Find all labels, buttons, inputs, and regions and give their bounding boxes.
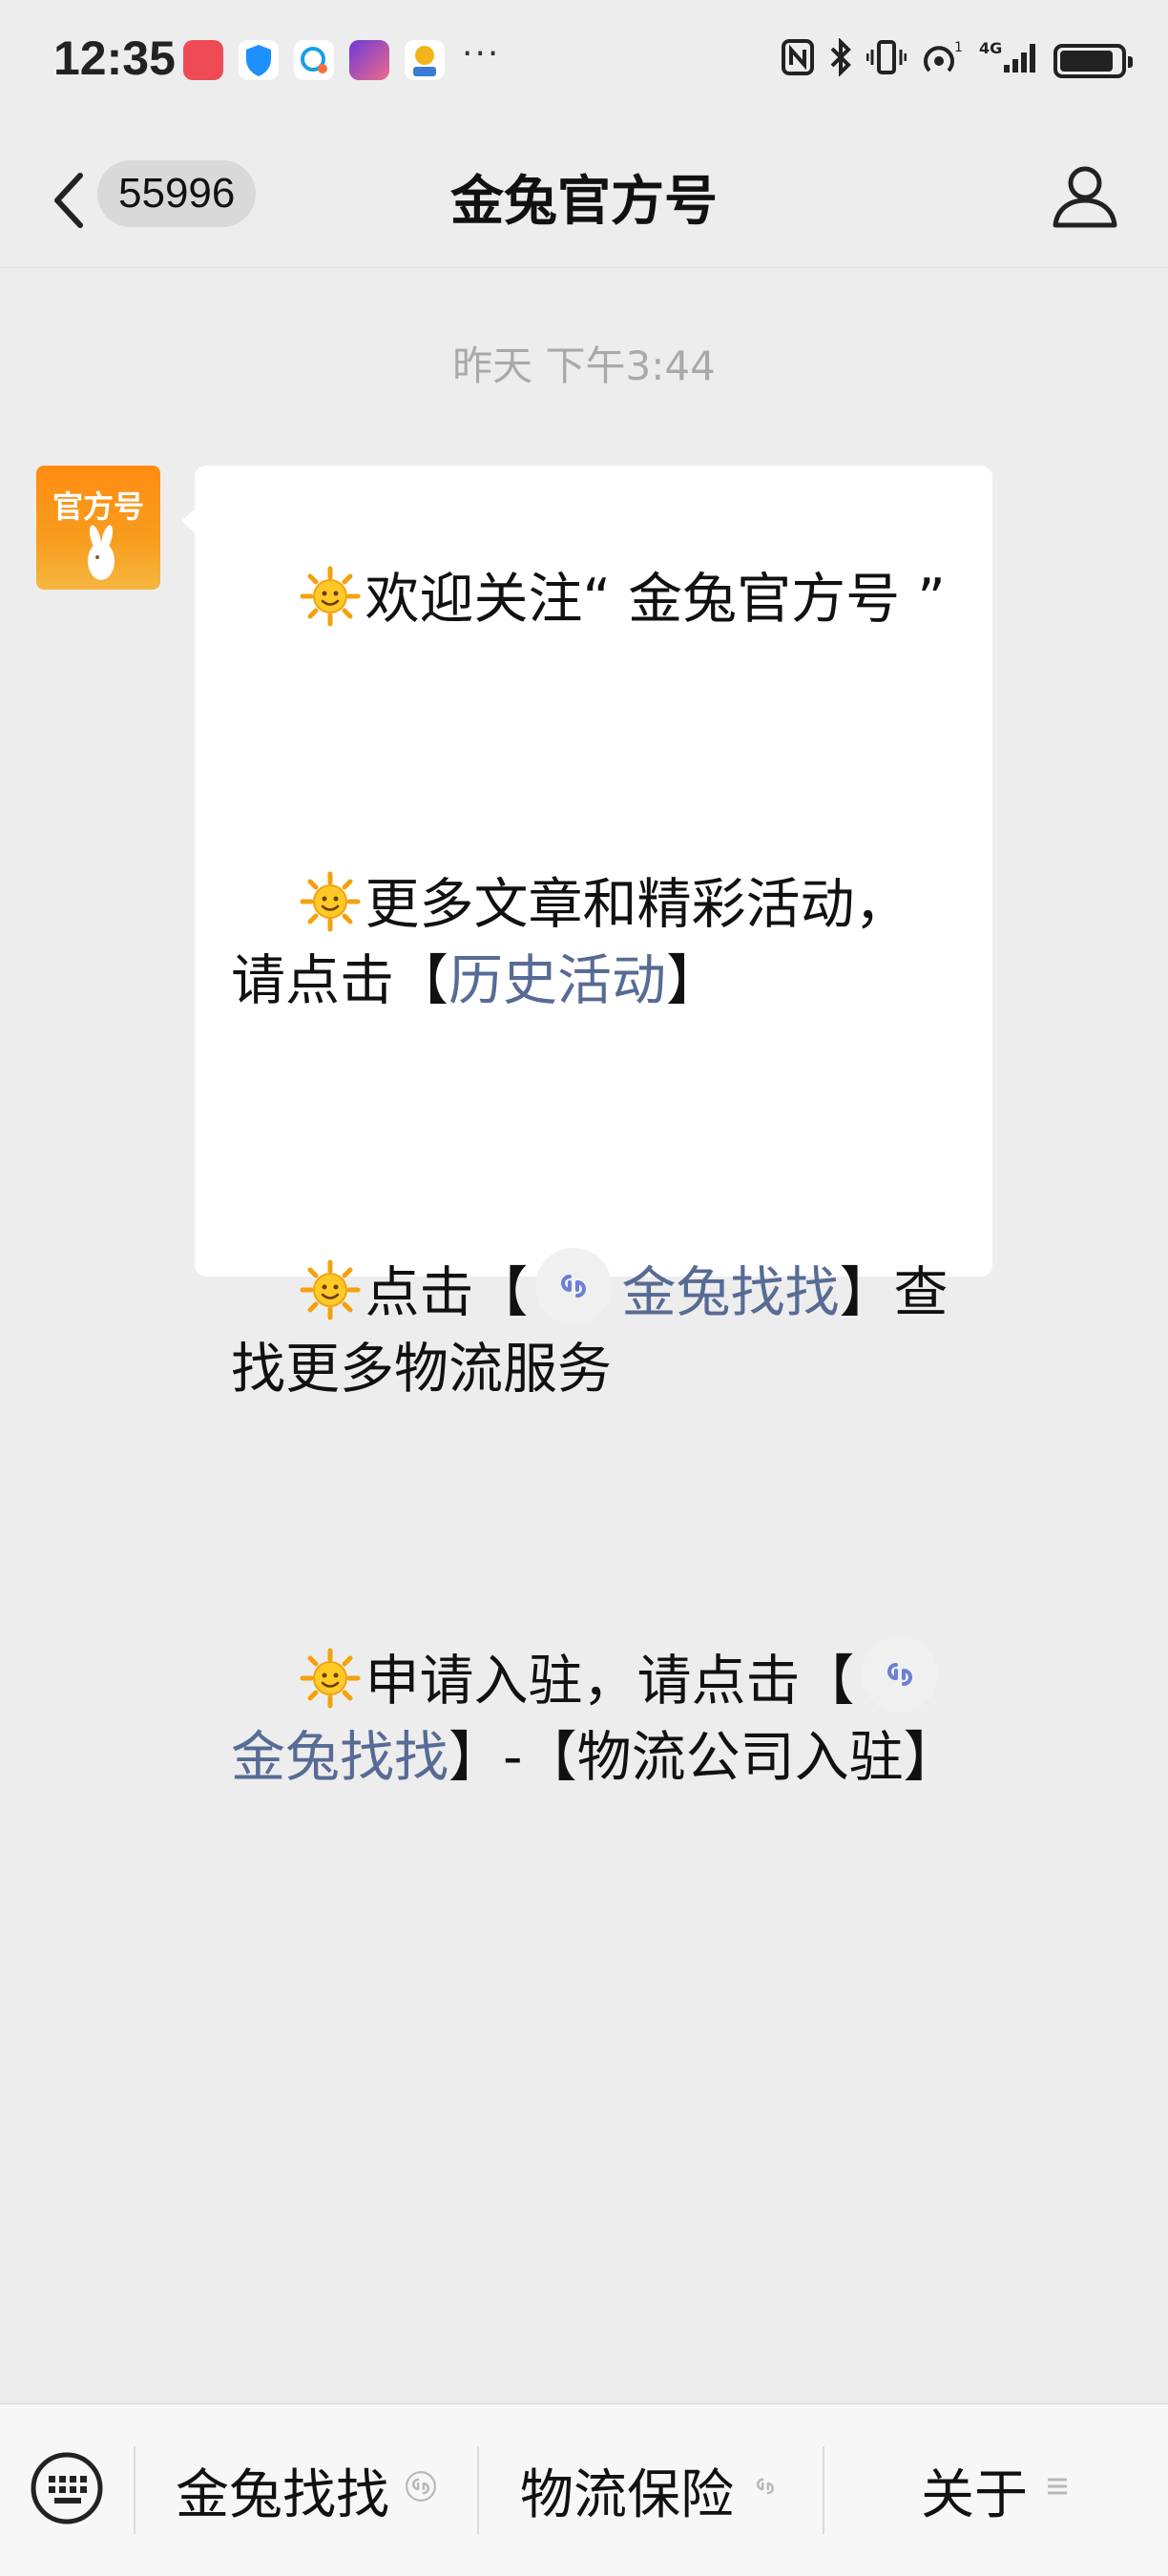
- nfc-icon: [781, 38, 815, 85]
- chat-app-icon: [294, 40, 334, 80]
- keyboard-icon: [31, 2452, 103, 2524]
- menu-item-label: 物流保险: [520, 2463, 734, 2526]
- message-text: 】-【物流公司入驻】: [448, 1726, 958, 1789]
- mini-program-name[interactable]: 金兔找找: [621, 1261, 839, 1324]
- mini-program-icon: [862, 1636, 939, 1713]
- security-shield-icon: [239, 40, 279, 80]
- mini-program-link[interactable]: 金兔找找: [528, 1248, 839, 1324]
- keyboard-toggle-button[interactable]: [29, 2450, 105, 2526]
- message-paragraph: 申请入驻，请点击【金兔找找】-【物流公司入驻】: [231, 1560, 958, 1872]
- message-paragraph: 欢迎关注“ 金兔官方号 ”: [231, 485, 958, 714]
- sun-emoji-icon: [300, 566, 361, 627]
- page-title: 金兔官方号: [450, 171, 718, 233]
- battery-icon: [1053, 44, 1133, 78]
- menu-item-about[interactable]: 关于: [824, 2404, 1168, 2576]
- menu-item-logistics-insurance[interactable]: 物流保险: [479, 2404, 823, 2576]
- system-icons: 1 4G: [781, 32, 1133, 90]
- hotspot-icon: 1: [920, 38, 966, 85]
- menu-item-label: 关于: [921, 2463, 1028, 2526]
- sun-emoji-icon: [300, 871, 361, 932]
- history-activity-link[interactable]: 历史活动: [448, 949, 666, 1012]
- more-notifications-icon: ···: [462, 34, 501, 73]
- sun-emoji-icon: [300, 1648, 361, 1709]
- mini-program-name[interactable]: 金兔找找: [231, 1726, 448, 1789]
- bottom-menu-bar: 金兔找找 物流保险 关于: [0, 2403, 1168, 2576]
- status-time: 12:35: [53, 31, 176, 85]
- mini-program-icon: [405, 2470, 437, 2510]
- sun-emoji-icon: [300, 1259, 361, 1320]
- message-text: 点击【: [365, 1261, 529, 1324]
- profile-button[interactable]: [1050, 160, 1120, 231]
- mini-program-icon: [535, 1248, 613, 1324]
- svg-text:1: 1: [954, 40, 963, 55]
- game-app-icon: [405, 40, 445, 80]
- bluetooth-icon: [828, 36, 853, 85]
- message-text: 】: [666, 949, 720, 1012]
- menu-item-label: 金兔找找: [176, 2463, 389, 2526]
- huawei-mall-icon: [183, 40, 223, 80]
- message-paragraph: 点击【 金兔找找】查找更多物流服务: [231, 1172, 958, 1484]
- status-bar: 12:35 ··· 1 4G: [0, 0, 1168, 124]
- message-bubble: 欢迎关注“ 金兔官方号 ” 更多文章和精彩活动，请点击【历史活动】 点击【 金兔…: [181, 466, 992, 1789]
- message-paragraph: 更多文章和精彩活动，请点击【历史活动】: [231, 790, 958, 1095]
- submenu-icon: [1043, 2472, 1072, 2508]
- battery-level: [1060, 51, 1114, 72]
- avatar[interactable]: 官方号: [36, 466, 160, 590]
- welcome-text: 欢迎关注“ 金兔官方号 ”: [365, 568, 946, 631]
- vibrate-icon: [866, 38, 907, 85]
- menu-item-jintu-zhaozhao[interactable]: 金兔找找: [136, 2404, 477, 2576]
- person-icon: [1053, 166, 1117, 228]
- rabbit-icon: [88, 525, 115, 580]
- message-text: 申请入驻，请点击【: [365, 1650, 855, 1713]
- mini-program-icon: [749, 2470, 782, 2510]
- svg-text:4G: 4G: [979, 39, 1002, 57]
- nav-bar: 55996 金兔官方号: [0, 124, 1168, 268]
- message-timestamp: 昨天 下午3:44: [452, 343, 716, 389]
- app-icon: [349, 40, 389, 80]
- cellular-signal-icon: 4G: [979, 38, 1040, 85]
